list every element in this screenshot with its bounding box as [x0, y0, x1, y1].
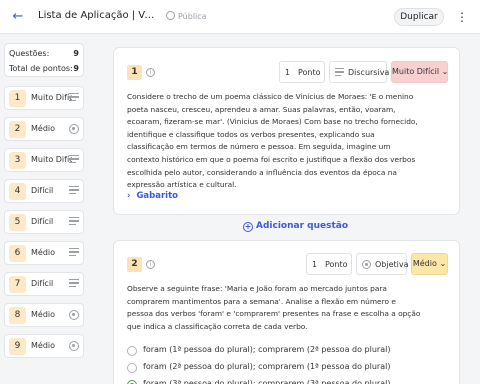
question-number: 7 — [9, 276, 26, 293]
radio-button[interactable] — [127, 380, 137, 384]
question-text: Considere o trecho de um poema clássico … — [127, 92, 418, 190]
lines-icon — [69, 217, 79, 227]
questions-count-value: 9 — [73, 49, 79, 58]
difficulty-select[interactable]: Muito Difícil ⌄ — [391, 61, 448, 83]
question-number: 9 — [9, 338, 26, 355]
lines-icon — [69, 186, 79, 196]
total-points-value: 9 — [73, 64, 79, 73]
question-text: Observe a seguinte frase: 'Maria e João … — [127, 284, 421, 331]
add-question-button[interactable]: + Adicionar questão — [243, 221, 348, 232]
points-value: 1 — [312, 260, 318, 269]
difficulty-label: Médio — [31, 124, 56, 133]
globe-icon — [166, 11, 175, 20]
question-number: 6 — [9, 245, 26, 262]
difficulty-label: Médio — [31, 248, 56, 257]
questions-count-label: Questões: — [9, 49, 50, 58]
sidebar-question-item[interactable]: 4 Difícil — [4, 179, 84, 203]
difficulty-label: Médio — [31, 341, 56, 350]
option-label: foram (1ª pessoa do plural); comprarem (… — [143, 345, 391, 354]
back-arrow-icon[interactable]: ← — [10, 9, 26, 25]
radio-icon — [69, 310, 79, 320]
lines-icon — [335, 68, 344, 77]
difficulty-label: Difícil — [31, 217, 54, 226]
info-icon[interactable]: i — [146, 68, 155, 77]
page-title: Lista de Aplicação | Verbos... — [38, 10, 160, 21]
more-options-icon[interactable]: ⋮ — [456, 9, 468, 25]
difficulty-select[interactable]: Médio ⌄ — [411, 253, 448, 275]
add-question-label: Adicionar questão — [256, 221, 349, 231]
difficulty-label: Muito Difícil — [392, 67, 440, 76]
difficulty-label: Muito Difícil — [31, 155, 72, 164]
option-label: foram (3ª pessoa do plural); comprarem (… — [143, 379, 391, 384]
radio-icon — [362, 260, 371, 269]
sidebar-question-item[interactable]: 7 Difícil — [4, 272, 84, 296]
lines-icon — [69, 93, 79, 103]
question-number: 1 — [9, 90, 26, 107]
radio-icon — [69, 341, 79, 351]
option-label: foram (2ª pessoa do plural); comprarem (… — [143, 362, 391, 371]
sidebar-question-item[interactable]: 3 Muito Difícil — [4, 148, 84, 172]
visibility-label: Pública — [178, 12, 207, 21]
difficulty-label: Muito Difícil — [31, 93, 72, 102]
difficulty-label: Difícil — [31, 279, 54, 288]
question-number: 5 — [9, 214, 26, 231]
sidebar-question-item[interactable]: 9 Médio — [4, 334, 84, 358]
top-bar: ← Lista de Aplicação | Verbos... Pública… — [0, 0, 480, 34]
summary-panel: Questões: 9 Total de pontos: 9 — [4, 43, 84, 77]
chevron-down-icon: ⌄ — [441, 67, 449, 76]
question-card-1: 1 i 1 Ponto Discursiva Muito Difícil ⌄ Co… — [113, 47, 460, 215]
question-number: 4 — [9, 183, 26, 200]
info-icon[interactable]: i — [146, 260, 155, 269]
question-type-select[interactable]: Objetiva — [356, 253, 409, 275]
question-card-2: 2 i 1 Ponto Objetiva Médio ⌄ Observe a se… — [113, 240, 460, 384]
difficulty-label: Médio — [412, 259, 437, 268]
question-number: 3 — [9, 152, 26, 169]
lines-icon — [69, 279, 79, 289]
sidebar-question-item[interactable]: 2 Médio — [4, 117, 84, 141]
lines-icon — [69, 155, 79, 165]
question-number-badge: 1 — [127, 65, 142, 80]
question-type-label: Discursiva — [348, 68, 390, 77]
lines-icon — [69, 248, 79, 258]
chevron-down-icon: ⌄ — [439, 259, 447, 268]
difficulty-label: Médio — [31, 310, 56, 319]
points-label: Ponto — [298, 68, 321, 77]
visibility-status: Pública — [166, 11, 207, 21]
question-number: 8 — [9, 307, 26, 324]
radio-icon — [69, 124, 79, 134]
sidebar-question-item[interactable]: 1 Muito Difícil — [4, 86, 84, 110]
question-number-badge: 2 — [127, 257, 142, 272]
points-field[interactable]: 1 Ponto — [279, 61, 325, 83]
points-field[interactable]: 1 Ponto — [306, 253, 352, 275]
difficulty-label: Difícil — [31, 186, 54, 195]
sidebar-question-item[interactable]: 5 Difícil — [4, 210, 84, 234]
answer-key-label: Gabarito — [136, 191, 178, 201]
sidebar: Questões:9 Total de pontos:9 1Muito Difí… — [0, 35, 95, 384]
chevron-right-icon: › — [127, 191, 131, 201]
question-number: 2 — [9, 121, 26, 138]
sidebar-question-item[interactable]: 8 Médio — [4, 303, 84, 327]
question-type-label: Objetiva — [375, 260, 409, 269]
question-type-select[interactable]: Discursiva — [329, 61, 390, 83]
answer-key-toggle[interactable]: › Gabarito — [127, 191, 178, 201]
main-content: 1 i 1 Ponto Discursiva Muito Difícil ⌄ Co… — [95, 35, 480, 384]
points-value: 1 — [285, 68, 291, 77]
points-label: Ponto — [325, 260, 348, 269]
plus-circle-icon: + — [243, 222, 253, 232]
radio-button[interactable] — [127, 346, 137, 356]
total-points-label: Total de pontos: — [9, 64, 73, 73]
duplicate-button[interactable]: Duplicar — [394, 8, 444, 26]
sidebar-question-item[interactable]: 6 Médio — [4, 241, 84, 265]
radio-button[interactable] — [127, 363, 137, 373]
